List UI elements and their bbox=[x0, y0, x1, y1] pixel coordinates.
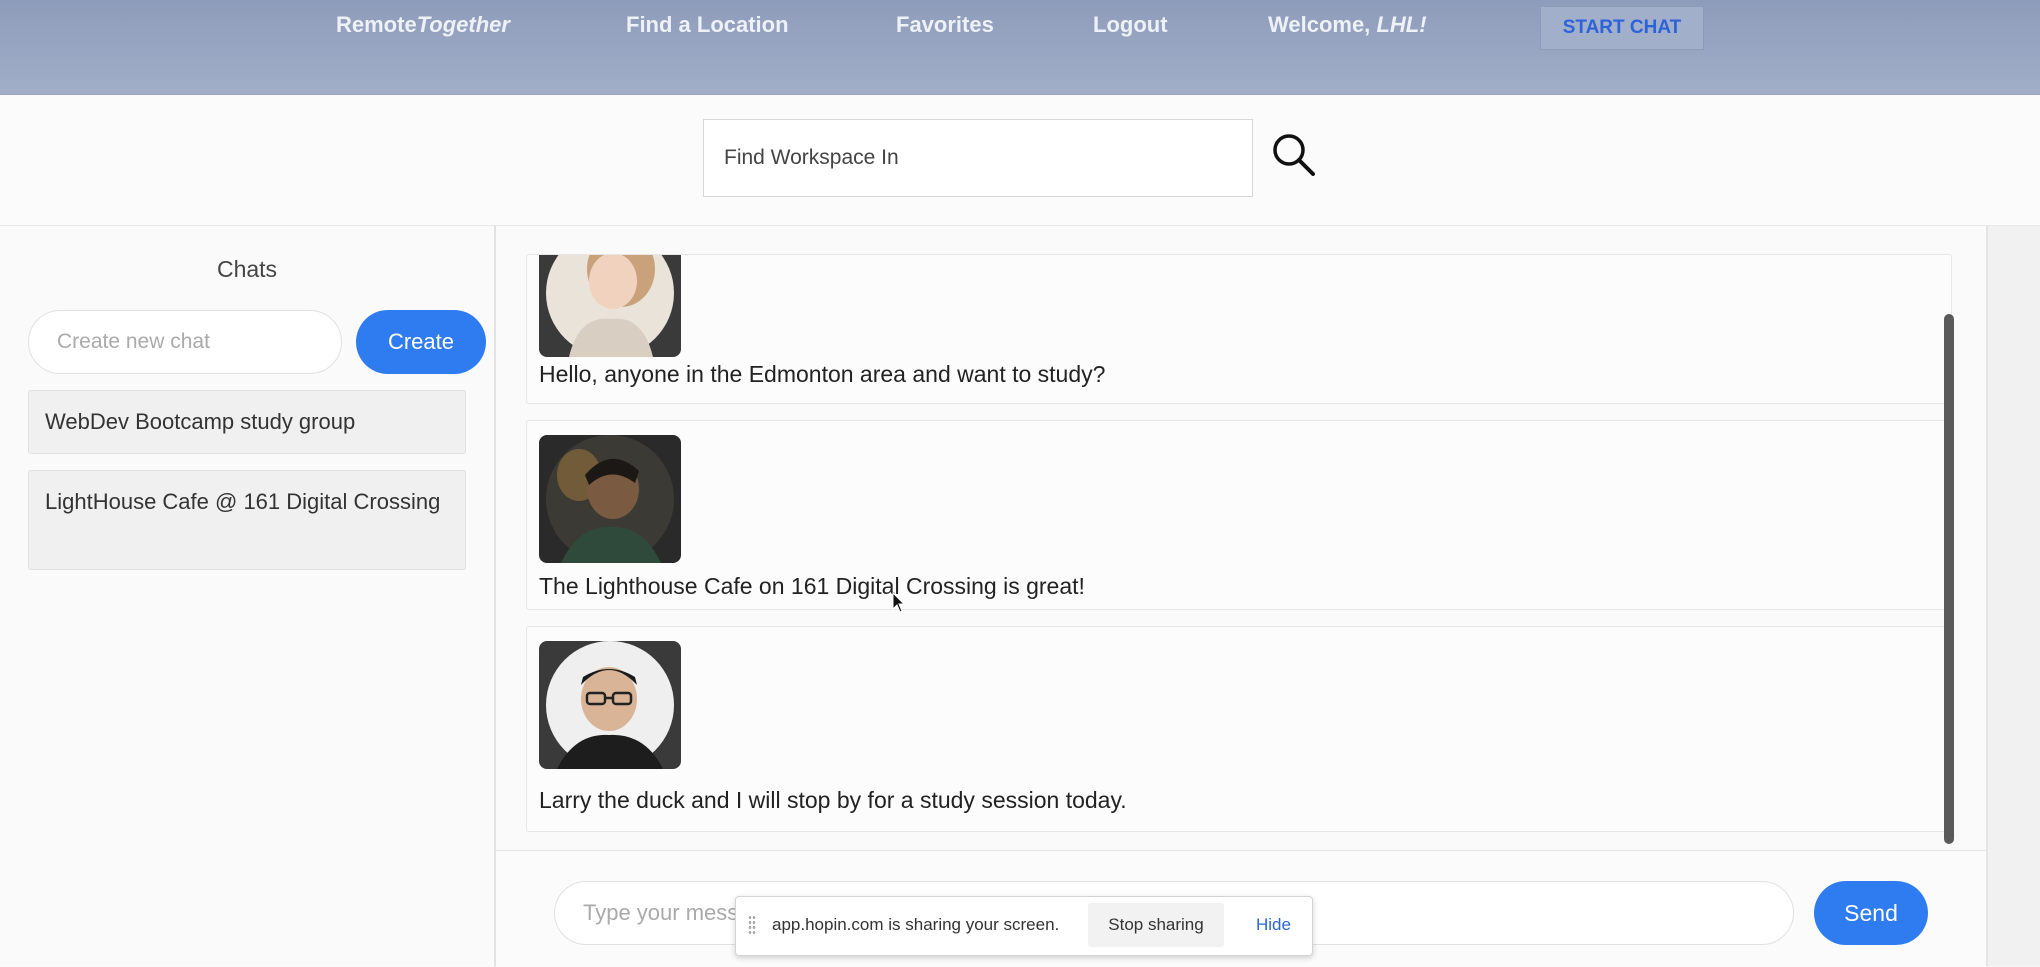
chat-room-item[interactable]: LightHouse Cafe @ 161 Digital Crossing bbox=[28, 470, 466, 570]
chats-heading: Chats bbox=[216, 256, 278, 282]
user-avatar bbox=[539, 255, 681, 357]
share-status-text: app.hopin.com is sharing your screen. bbox=[772, 915, 1060, 934]
nav-find-location[interactable]: Find a Location bbox=[626, 12, 789, 38]
brand-name-plain: Remote bbox=[336, 12, 417, 37]
drag-handle-icon[interactable] bbox=[748, 915, 756, 935]
message-text: The Lighthouse Cafe on 161 Digital Cross… bbox=[539, 573, 1085, 599]
top-navbar: RemoteTogether Find a Location Favorites… bbox=[0, 0, 2040, 95]
mouse-cursor-icon bbox=[892, 591, 906, 614]
nav-logout[interactable]: Logout bbox=[1093, 12, 1168, 38]
message-text: Hello, anyone in the Edmonton area and w… bbox=[539, 361, 1106, 387]
chat-message: Hello, anyone in the Edmonton area and w… bbox=[526, 254, 1952, 404]
user-avatar bbox=[539, 641, 681, 769]
welcome-username: LHL! bbox=[1376, 12, 1427, 37]
user-avatar bbox=[539, 435, 681, 563]
message-text: Larry the duck and I will stop by for a … bbox=[539, 787, 1127, 813]
nav-favorites[interactable]: Favorites bbox=[896, 12, 994, 38]
chat-message: Larry the duck and I will stop by for a … bbox=[526, 626, 1952, 832]
chats-sidebar: Chats Create WebDev Bootcamp study group… bbox=[0, 226, 496, 966]
chat-panel: Hello, anyone in the Edmonton area and w… bbox=[496, 226, 1986, 967]
chat-message: The Lighthouse Cafe on 161 Digital Cross… bbox=[526, 420, 1952, 610]
brand-name-italic: Together bbox=[416, 12, 510, 37]
chat-room-item[interactable]: WebDev Bootcamp study group bbox=[28, 390, 466, 454]
messages-scrollbar[interactable] bbox=[1944, 314, 1954, 844]
start-chat-button[interactable]: START CHAT bbox=[1540, 6, 1704, 50]
new-chat-input[interactable] bbox=[28, 310, 342, 374]
screen-share-notification: app.hopin.com is sharing your screen. St… bbox=[735, 896, 1313, 956]
welcome-prefix: Welcome, bbox=[1268, 12, 1371, 37]
search-icon[interactable] bbox=[1268, 129, 1320, 181]
create-chat-button[interactable]: Create bbox=[356, 310, 486, 374]
right-margin bbox=[1986, 226, 2040, 966]
stop-sharing-button[interactable]: Stop sharing bbox=[1088, 903, 1224, 947]
workspace-search-input[interactable] bbox=[703, 119, 1253, 197]
welcome-text: Welcome, LHL! bbox=[1268, 12, 1427, 38]
brand-logo[interactable]: RemoteTogether bbox=[336, 12, 510, 38]
search-bar-section bbox=[0, 95, 2040, 226]
hide-link[interactable]: Hide bbox=[1256, 915, 1291, 935]
send-button[interactable]: Send bbox=[1814, 881, 1928, 945]
